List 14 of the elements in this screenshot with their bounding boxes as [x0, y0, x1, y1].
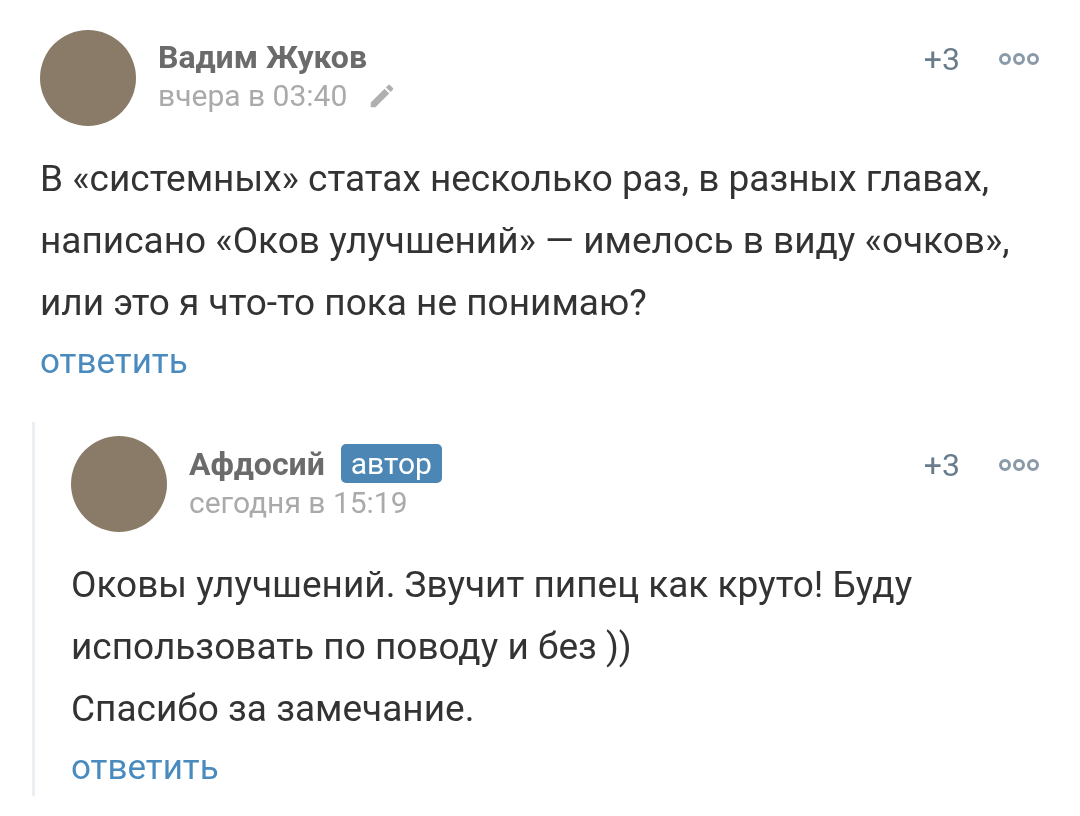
- author-name[interactable]: Афдосий: [189, 444, 325, 483]
- comment-time: сегодня в 15:19: [189, 485, 408, 520]
- comment-text: Спасибо за замечание.: [71, 686, 476, 732]
- comment-time: вчера в 03:40: [158, 78, 348, 113]
- more-icon[interactable]: [998, 52, 1040, 66]
- author-badge: автор: [340, 444, 442, 483]
- comment-text: Оковы улучшений. Звучит пипец как круто! Буду использовать по поводу и без )): [71, 562, 914, 670]
- comment-text: В «системных» статах несколько раз, в разных главах, написано «Оков улучшений» — имелось в виду «очков», или это я что-то пока не понимаю?: [40, 156, 1011, 326]
- more-icon[interactable]: [998, 458, 1040, 472]
- comment-rating[interactable]: +3: [923, 446, 960, 484]
- author-name[interactable]: Вадим Жуков: [158, 38, 367, 76]
- reply-link[interactable]: ответить: [40, 334, 188, 390]
- comment-rating[interactable]: +3: [923, 40, 960, 78]
- reply-link[interactable]: ответить: [71, 740, 219, 796]
